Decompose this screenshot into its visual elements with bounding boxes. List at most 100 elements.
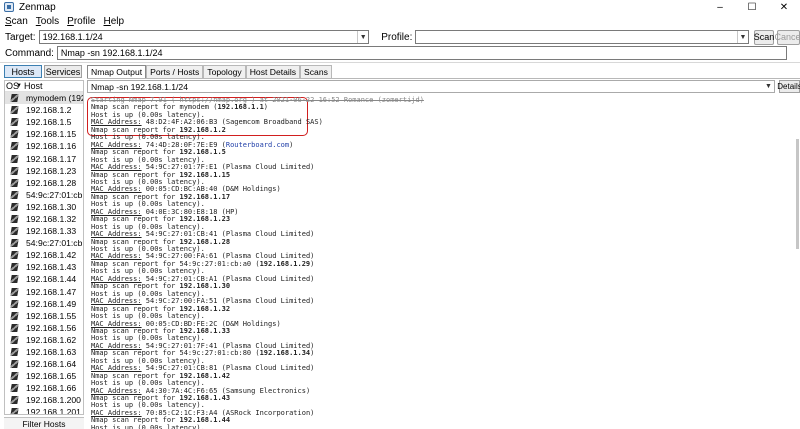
windows-os-icon: [11, 167, 18, 175]
host-name: 54:9c:27:01:cb:8: [26, 238, 83, 249]
scan-button[interactable]: Scan: [754, 29, 774, 45]
windows-os-icon: [11, 130, 18, 138]
host-row[interactable]: 192.168.1.16: [5, 140, 83, 152]
windows-os-icon: [11, 300, 18, 308]
menu-item-profile[interactable]: Profile: [67, 16, 95, 27]
host-name: 192.168.1.32: [26, 213, 77, 224]
tab-topology[interactable]: Topology: [203, 65, 246, 78]
windows-os-icon: [11, 215, 18, 223]
host-row[interactable]: 192.168.1.28: [5, 177, 83, 189]
filter-hosts-button[interactable]: Filter Hosts: [4, 417, 84, 429]
window-title: Zenmap: [19, 1, 56, 13]
services-tab[interactable]: Services: [44, 65, 82, 78]
windows-os-icon: [11, 396, 18, 404]
chevron-down-icon[interactable]: ▼: [763, 81, 774, 92]
output-select[interactable]: Nmap -sn 192.168.1.1/24 ▼: [87, 80, 775, 93]
windows-os-icon: [11, 118, 18, 126]
nmap-output-text[interactable]: Starting Nmap 7.91 ( https://nmap.org ) …: [87, 94, 795, 429]
command-label: Command:: [5, 47, 54, 59]
zenmap-app-icon: [4, 2, 14, 12]
windows-os-icon: [11, 155, 18, 163]
maximize-button[interactable]: ☐: [736, 0, 768, 14]
target-label: Target:: [5, 31, 36, 43]
host-row[interactable]: 192.168.1.33: [5, 225, 83, 237]
host-row[interactable]: 192.168.1.49: [5, 298, 83, 310]
host-row[interactable]: 192.168.1.63: [5, 346, 83, 358]
tab-divider: [87, 78, 800, 79]
target-toolbar: Target: 192.168.1.1/24 ▼ Profile: ▼ Scan…: [0, 29, 800, 45]
host-name: 192.168.1.200: [26, 395, 81, 406]
host-name: 192.168.1.49: [26, 298, 77, 309]
host-row[interactable]: 192.168.1.5: [5, 116, 83, 128]
host-name: 192.168.1.23: [26, 165, 77, 176]
cancel-button[interactable]: Cancel: [775, 29, 800, 45]
hosts-tab[interactable]: Hosts: [4, 65, 42, 78]
host-row[interactable]: 192.168.1.65: [5, 370, 83, 382]
host-row[interactable]: 192.168.1.42: [5, 249, 83, 261]
tab-host-details[interactable]: Host Details: [245, 65, 301, 78]
command-bar: Command: Nmap -sn 192.168.1.1/24: [0, 45, 800, 61]
host-name: mymodem (192: [26, 93, 83, 104]
menu-item-tools[interactable]: Tools: [36, 16, 59, 27]
output-scrollbar[interactable]: [795, 94, 800, 429]
windows-os-icon: [11, 372, 18, 380]
host-row[interactable]: mymodem (192: [5, 92, 83, 105]
windows-os-icon: [11, 263, 18, 271]
host-row[interactable]: 192.168.1.66: [5, 382, 83, 394]
windows-os-icon: [11, 360, 18, 368]
host-row[interactable]: 192.168.1.30: [5, 201, 83, 213]
host-row[interactable]: 192.168.1.43: [5, 261, 83, 273]
sort-chevron-icon[interactable]: ▼: [16, 83, 24, 89]
host-list-header: OS ▼ Host: [5, 81, 83, 92]
host-row[interactable]: 54:9c:27:01:cb:a: [5, 189, 83, 201]
host-name: 192.168.1.62: [26, 334, 77, 345]
host-name: 192.168.1.2: [26, 105, 72, 116]
host-row[interactable]: 192.168.1.32: [5, 213, 83, 225]
host-name: 192.168.1.66: [26, 383, 77, 394]
profile-combobox[interactable]: ▼: [415, 30, 749, 44]
host-row[interactable]: 192.168.1.47: [5, 286, 83, 298]
windows-os-icon: [11, 408, 18, 414]
host-row[interactable]: 192.168.1.23: [5, 165, 83, 177]
host-row[interactable]: 192.168.1.62: [5, 334, 83, 346]
menu-item-help[interactable]: Help: [104, 16, 125, 27]
tab-scans[interactable]: Scans: [300, 65, 332, 78]
command-input[interactable]: Nmap -sn 192.168.1.1/24: [56, 46, 787, 60]
chevron-down-icon[interactable]: ▼: [737, 31, 748, 43]
scrollbar-thumb[interactable]: [796, 139, 799, 249]
target-value: 192.168.1.1/24: [42, 32, 103, 42]
host-row[interactable]: 192.168.1.64: [5, 358, 83, 370]
host-column-header[interactable]: Host: [24, 81, 43, 91]
windows-os-icon: [11, 312, 18, 320]
host-name: 192.168.1.56: [26, 322, 77, 333]
result-tabs: Nmap Output Ports / Hosts Topology Host Det…: [87, 65, 332, 78]
host-name: 192.168.1.65: [26, 371, 77, 382]
tab-ports-hosts[interactable]: Ports / Hosts: [146, 65, 204, 78]
host-row[interactable]: 192.168.1.44: [5, 273, 83, 285]
host-row[interactable]: 192.168.1.56: [5, 322, 83, 334]
details-button[interactable]: Details: [777, 80, 800, 93]
tab-nmap-output[interactable]: Nmap Output: [87, 65, 147, 78]
os-column-header[interactable]: OS: [5, 81, 19, 91]
close-button[interactable]: ✕: [768, 0, 800, 14]
chevron-down-icon[interactable]: ▼: [357, 31, 368, 43]
host-row[interactable]: 192.168.1.201: [5, 406, 83, 414]
host-row[interactable]: 192.168.1.55: [5, 310, 83, 322]
host-name: 192.168.1.47: [26, 286, 77, 297]
minimize-button[interactable]: –: [704, 0, 736, 14]
windows-os-icon: [11, 348, 18, 356]
host-row[interactable]: 192.168.1.2: [5, 104, 83, 116]
divider: [0, 62, 800, 63]
target-combobox[interactable]: 192.168.1.1/24 ▼: [38, 30, 370, 44]
host-rows: mymodem (192 192.168.1.2 192.168.1.5 192.16…: [5, 92, 83, 414]
windows-os-icon: [11, 251, 18, 259]
windows-os-icon: [11, 191, 18, 199]
host-row[interactable]: 192.168.1.200: [5, 394, 83, 406]
host-name: 192.168.1.16: [26, 141, 77, 152]
host-row[interactable]: 192.168.1.15: [5, 128, 83, 140]
menu-item-scan[interactable]: Scan: [5, 16, 28, 27]
host-name: 192.168.1.33: [26, 226, 77, 237]
host-row[interactable]: 54:9c:27:01:cb:8: [5, 237, 83, 249]
window-controls: – ☐ ✕: [704, 0, 800, 14]
host-row[interactable]: 192.168.1.17: [5, 152, 83, 164]
